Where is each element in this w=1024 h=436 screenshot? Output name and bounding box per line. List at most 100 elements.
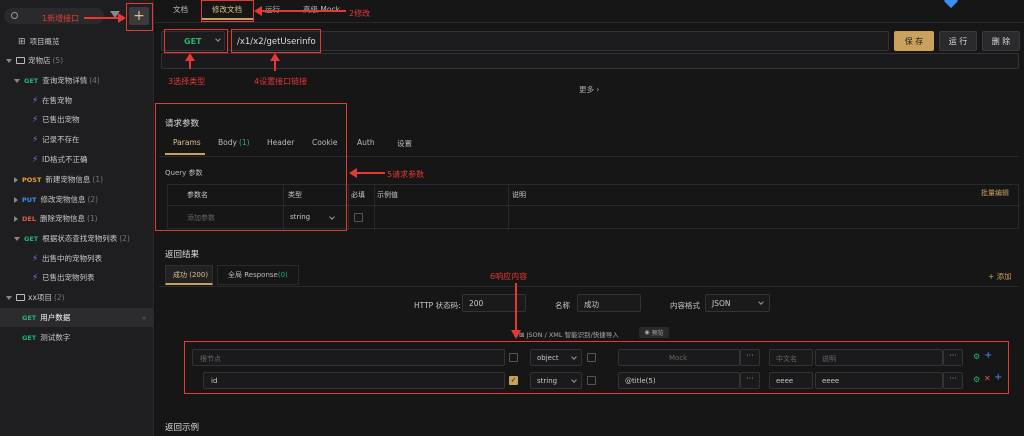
sidebar-folder-xx[interactable]: xx项目 (2) [0, 288, 154, 307]
root-mock-more[interactable]: ··· [740, 349, 760, 366]
root-desc-more[interactable]: ··· [943, 349, 963, 366]
delete-button[interactable]: 删 除 [982, 31, 1020, 51]
col-type: 类型 [288, 191, 302, 199]
tab-auth[interactable]: Auth [357, 138, 375, 147]
sidebar-item-put[interactable]: PUT 修改宠物信息 (2) [0, 190, 154, 209]
bolt-icon: ⚡ [32, 154, 39, 165]
http-status-label: HTTP 状态码: [414, 301, 461, 310]
add-response-button[interactable]: + 添加 [988, 271, 1012, 282]
sidebar-case-item[interactable]: ⚡ 已售出宠物列表 [0, 268, 154, 287]
chevron-down-icon [329, 214, 335, 220]
chevron-down-icon [571, 377, 577, 383]
main-panel: 文档 修改文档 运行 高级 Mock GET /x1/x2/getUserinf… [155, 0, 1024, 436]
add-param-input[interactable]: 添加参数 [187, 213, 215, 223]
field-desc-more[interactable]: ··· [943, 372, 963, 389]
tab-edit-doc[interactable]: 修改文档 [202, 0, 254, 20]
preview-button[interactable]: ◉ 预览 [639, 327, 669, 338]
tab-params[interactable]: Params [165, 135, 205, 155]
sidebar-item-del[interactable]: DEL 删除宠物信息 (1) [0, 209, 154, 228]
url-input[interactable]: /x1/x2/getUserinfo [227, 31, 889, 51]
chevron-down-icon [14, 78, 20, 83]
field-nullable-checkbox[interactable] [587, 376, 596, 385]
chevron-down-icon [14, 236, 20, 241]
annotation-label-6: 6响应内容 [490, 272, 528, 281]
sidebar-item-test-number[interactable]: GET 测试数字 [0, 328, 154, 347]
required-checkbox[interactable] [354, 213, 363, 222]
settings-gear-icon[interactable]: ⚙ [973, 352, 980, 361]
annotation-label-1: 1新增接口 [42, 14, 80, 23]
settings-gear-icon[interactable]: ⚙ [973, 375, 980, 384]
sidebar-case-item[interactable]: ⚡ 记录不存在 [0, 130, 154, 149]
col-param-name: 参数名 [187, 191, 208, 199]
more-link[interactable]: 更多 › [579, 84, 599, 95]
tab-success-200[interactable]: 成功 (200) [165, 265, 213, 285]
run-button[interactable]: 运 行 [939, 31, 977, 51]
annotation-arrow-5 [349, 168, 385, 178]
tab-cookie[interactable]: Cookie [312, 138, 337, 147]
field-mock-more[interactable]: ··· [740, 372, 760, 389]
smart-import-link[interactable]: ⊠ JSON / XML 智能识别/快捷导入 [519, 329, 619, 339]
chevron-down-icon [571, 354, 577, 360]
tab-body[interactable]: Body (1) [218, 138, 250, 147]
eye-icon: ◉ [644, 329, 650, 336]
sidebar: + ⊞ 项目概览 宠物店 (5) GET 查询宠物详情 (4) ⚡ 在售宠物 ⚡ 已… [0, 0, 154, 436]
tab-settings[interactable]: 设置 [397, 138, 412, 149]
field-mock-input[interactable]: @title(5) [618, 372, 740, 389]
sidebar-case-item[interactable]: ⚡ 出售中的宠物列表 [0, 249, 154, 268]
root-mock-input[interactable]: Mock [618, 349, 740, 366]
grid-icon: ⊞ [18, 36, 26, 47]
sidebar-case-item[interactable]: ⚡ 已售出宠物 [0, 110, 154, 129]
folder-icon [16, 294, 25, 301]
chevron-right-icon [14, 215, 18, 222]
chevron-down-icon [6, 58, 12, 63]
field-required-checkbox[interactable]: ✓ [509, 376, 518, 385]
root-desc-input[interactable]: 说明 [815, 349, 943, 366]
sidebar-item-post[interactable]: POST 新建宠物信息 (1) [0, 170, 154, 189]
root-required-checkbox[interactable] [509, 353, 518, 362]
delete-field-icon[interactable]: ✕ [984, 374, 991, 383]
folder-icon [16, 57, 25, 64]
response-title: 返回结果 [165, 250, 200, 260]
chevron-down-icon [215, 36, 221, 42]
chevron-right-icon [14, 196, 18, 203]
root-type-select[interactable]: object [530, 349, 582, 366]
sidebar-case-item[interactable]: ⚡ 在售宠物 [0, 91, 154, 110]
tab-global-response[interactable]: 全局 Response(0) [217, 265, 299, 285]
description-textarea[interactable] [161, 53, 1019, 69]
bolt-icon: ⚡ [32, 95, 39, 106]
tab-header[interactable]: Header [267, 138, 294, 147]
root-nullable-checkbox[interactable] [587, 353, 596, 362]
bolt-icon: ⚡ [32, 253, 39, 264]
field-type-select[interactable]: string [530, 372, 582, 389]
annotation-label-2: 2修改 [349, 9, 371, 18]
tab-doc[interactable]: 文档 [173, 4, 188, 15]
root-cn-input[interactable]: 中文名 [769, 349, 813, 366]
root-node-input[interactable]: 根节点 [192, 349, 505, 366]
annotation-arrow-4 [270, 53, 280, 71]
field-desc-input[interactable]: eeee [815, 372, 943, 389]
sidebar-folder-petstore[interactable]: 宠物店 (5) [0, 51, 154, 70]
sidebar-item-get-pet-detail[interactable]: GET 查询宠物详情 (4) [0, 71, 154, 90]
annotation-arrow-6 [511, 283, 521, 339]
format-select[interactable]: JSON [705, 294, 770, 312]
sidebar-item-get-list[interactable]: GET 根据状态查找宠物列表 (2) [0, 229, 154, 248]
sidebar-item-user-data[interactable]: GET 用户数据 [0, 308, 154, 327]
more-dots-icon[interactable]: » [142, 314, 146, 322]
response-name-input[interactable]: 成功 [577, 294, 641, 312]
format-label: 内容格式 [670, 301, 700, 310]
annotation-arrow-1 [84, 13, 126, 23]
field-cn-input[interactable]: eeee [769, 372, 813, 389]
method-select[interactable]: GET [161, 31, 225, 51]
add-api-button[interactable]: + [129, 7, 149, 25]
annotation-label-3: 3选择类型 [168, 77, 206, 86]
save-button[interactable]: 保 存 [894, 31, 934, 51]
bulk-edit-link[interactable]: 批量编辑 [981, 188, 1009, 198]
search-icon [11, 12, 18, 19]
bolt-icon: ⚡ [32, 134, 39, 145]
type-select[interactable]: string [290, 213, 335, 221]
field-name-input[interactable]: id [203, 372, 505, 389]
sidebar-case-item[interactable]: ⚡ ID格式不正确 [0, 150, 154, 169]
add-child-icon[interactable]: + [984, 350, 992, 361]
add-child-icon[interactable]: + [994, 372, 1002, 383]
sidebar-item-overview[interactable]: ⊞ 项目概览 [0, 32, 154, 51]
